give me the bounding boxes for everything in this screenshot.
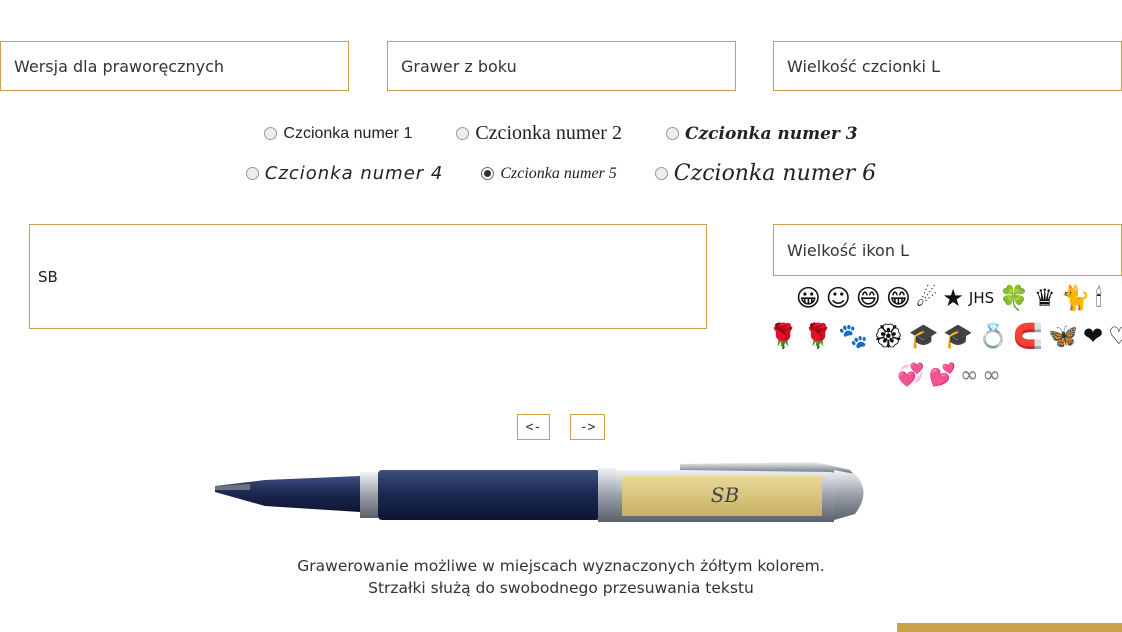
laugh-icon[interactable]: 😁: [886, 282, 911, 314]
comet-icon[interactable]: ☄: [916, 282, 938, 314]
crown-icon[interactable]: ♛: [1034, 282, 1056, 314]
font-options-row-2: Czcionka numer 4 Czcionka numer 5 Czcion…: [0, 161, 1122, 186]
font-option-1[interactable]: Czcionka numer 1: [264, 125, 412, 143]
infinity-icon[interactable]: ∞: [960, 360, 978, 392]
heart-filled-icon[interactable]: ❤: [1083, 320, 1103, 352]
rose-bud-icon[interactable]: 🌹: [803, 320, 833, 352]
font-label-6: Czcionka numer 6: [673, 161, 877, 186]
submit-bar[interactable]: [897, 623, 1122, 632]
font-radio-2[interactable]: [456, 127, 470, 140]
infinity-outline-icon[interactable]: ∞: [982, 360, 1000, 392]
font-label-4: Czcionka numer 4: [264, 163, 444, 184]
pen-cap-band: [598, 468, 616, 522]
star-icon[interactable]: ★: [942, 282, 964, 314]
font-radio-6[interactable]: [654, 167, 668, 180]
pen-nib-section: [215, 476, 360, 512]
icon-row-3: 💞 💕 ∞ ∞: [776, 360, 1122, 392]
icon-size-select[interactable]: Wielkość ikon L: [773, 224, 1122, 276]
font-label-5: Czcionka numer 5: [500, 164, 617, 182]
font-label-1: Czcionka numer 1: [283, 124, 413, 142]
rose-icon[interactable]: 🌹: [768, 320, 798, 352]
graduation-cap-icon[interactable]: 🎓: [909, 320, 939, 352]
font-radio-4[interactable]: [245, 167, 259, 180]
smile-icon[interactable]: ☺: [826, 282, 851, 314]
hand-version-select[interactable]: Wersja dla praworęcznych: [0, 41, 349, 91]
horseshoe-icon[interactable]: 🧲: [1013, 320, 1043, 352]
smiley-icon[interactable]: 😀: [796, 282, 821, 314]
pen-ring: [360, 472, 378, 518]
icon-row-1: 😀 ☺ 😄 😁 ☄ ★ JHS 🍀 ♛ 🐈 🕯: [776, 282, 1122, 314]
jhs-icon[interactable]: JHS: [969, 282, 994, 314]
font-radio-1[interactable]: [264, 127, 278, 140]
font-radio-3[interactable]: [665, 127, 679, 140]
medal-icon[interactable]: 🏵: [873, 320, 903, 352]
cat-icon[interactable]: 🐈: [1061, 282, 1091, 314]
font-option-4[interactable]: Czcionka numer 4: [245, 163, 444, 184]
font-option-3[interactable]: Czcionka numer 3: [665, 123, 858, 144]
rings-icon[interactable]: 💍: [978, 320, 1008, 352]
clover-icon[interactable]: 🍀: [999, 282, 1029, 314]
heart-outline-icon[interactable]: ♡: [1108, 320, 1122, 352]
font-option-2[interactable]: Czcionka numer 2: [456, 122, 622, 145]
font-label-3: Czcionka numer 3: [684, 123, 858, 144]
hearts-outline-icon[interactable]: 💞: [897, 360, 924, 392]
grin-icon[interactable]: 😄: [856, 282, 881, 314]
tie-icon[interactable]: 🕯: [1095, 282, 1102, 314]
icon-row-2: 🌹 🌹 🐾 🏵 🎓 🎓 💍 🧲 🦋 ❤ ♡: [768, 320, 1122, 352]
font-option-5[interactable]: Czcionka numer 5: [481, 164, 617, 183]
pen-preview: SB: [215, 462, 864, 522]
pen-cap-end: [834, 470, 864, 520]
font-option-6[interactable]: Czcionka numer 6: [654, 161, 877, 186]
font-options-row-1: Czcionka numer 1 Czcionka numer 2 Czcion…: [0, 122, 1122, 145]
caption-engraving-info: Grawerowanie możliwe w miejscach wyznacz…: [297, 557, 825, 575]
font-label-2: Czcionka numer 2: [475, 122, 622, 144]
engraving-position-select[interactable]: Grawer z boku: [387, 41, 736, 91]
pen-engraving-text: SB: [711, 483, 739, 507]
move-text-right-button[interactable]: ->: [570, 414, 605, 440]
heart-half-icon[interactable]: 🦋: [1048, 320, 1078, 352]
caption-arrows-info: Strzałki służą do swobodnego przesuwania…: [368, 579, 754, 597]
graduation-cap-2-icon[interactable]: 🎓: [943, 320, 973, 352]
hearts-double-icon[interactable]: 💕: [929, 360, 956, 392]
engraving-text-input[interactable]: SB: [29, 224, 707, 329]
paw-icon[interactable]: 🐾: [838, 320, 868, 352]
font-radio-5[interactable]: [481, 167, 495, 180]
move-text-left-button[interactable]: <-: [517, 414, 550, 440]
pen-barrel: [378, 470, 600, 520]
font-size-select[interactable]: Wielkość czcionki L: [773, 41, 1122, 91]
